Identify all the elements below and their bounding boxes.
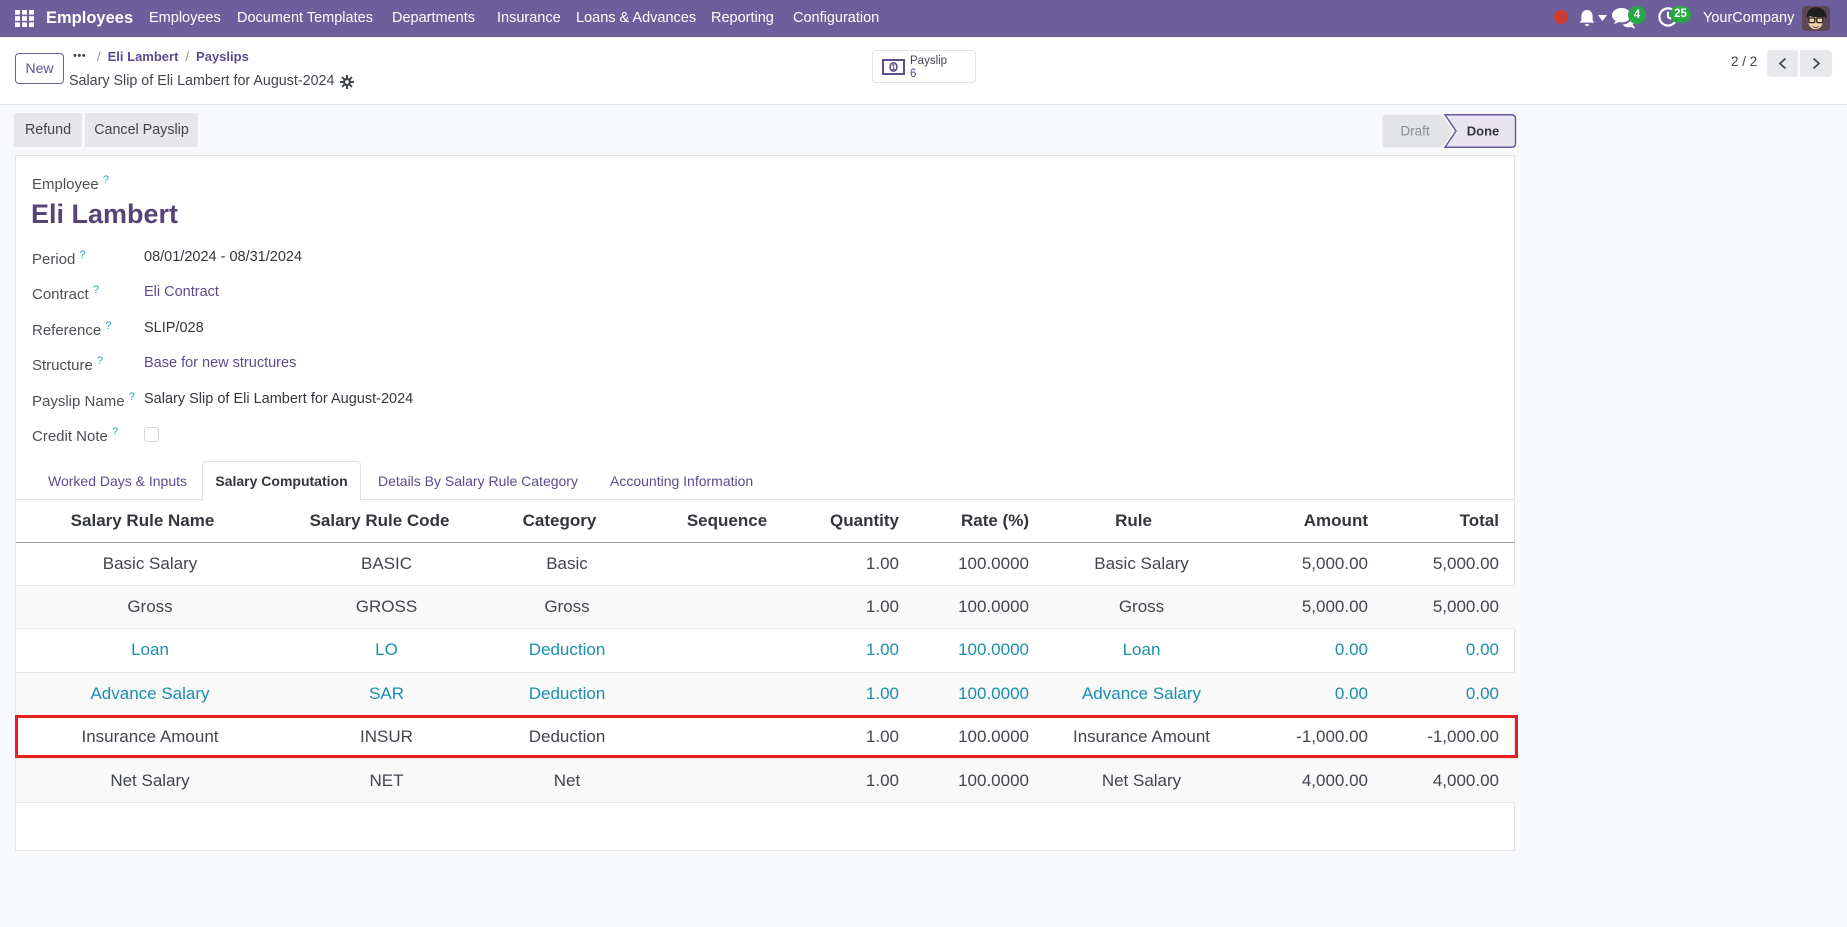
svg-text:Done: Done — [1467, 124, 1500, 139]
svg-text:Draft: Draft — [1400, 124, 1430, 139]
svg-text:1: 1 — [891, 63, 896, 72]
